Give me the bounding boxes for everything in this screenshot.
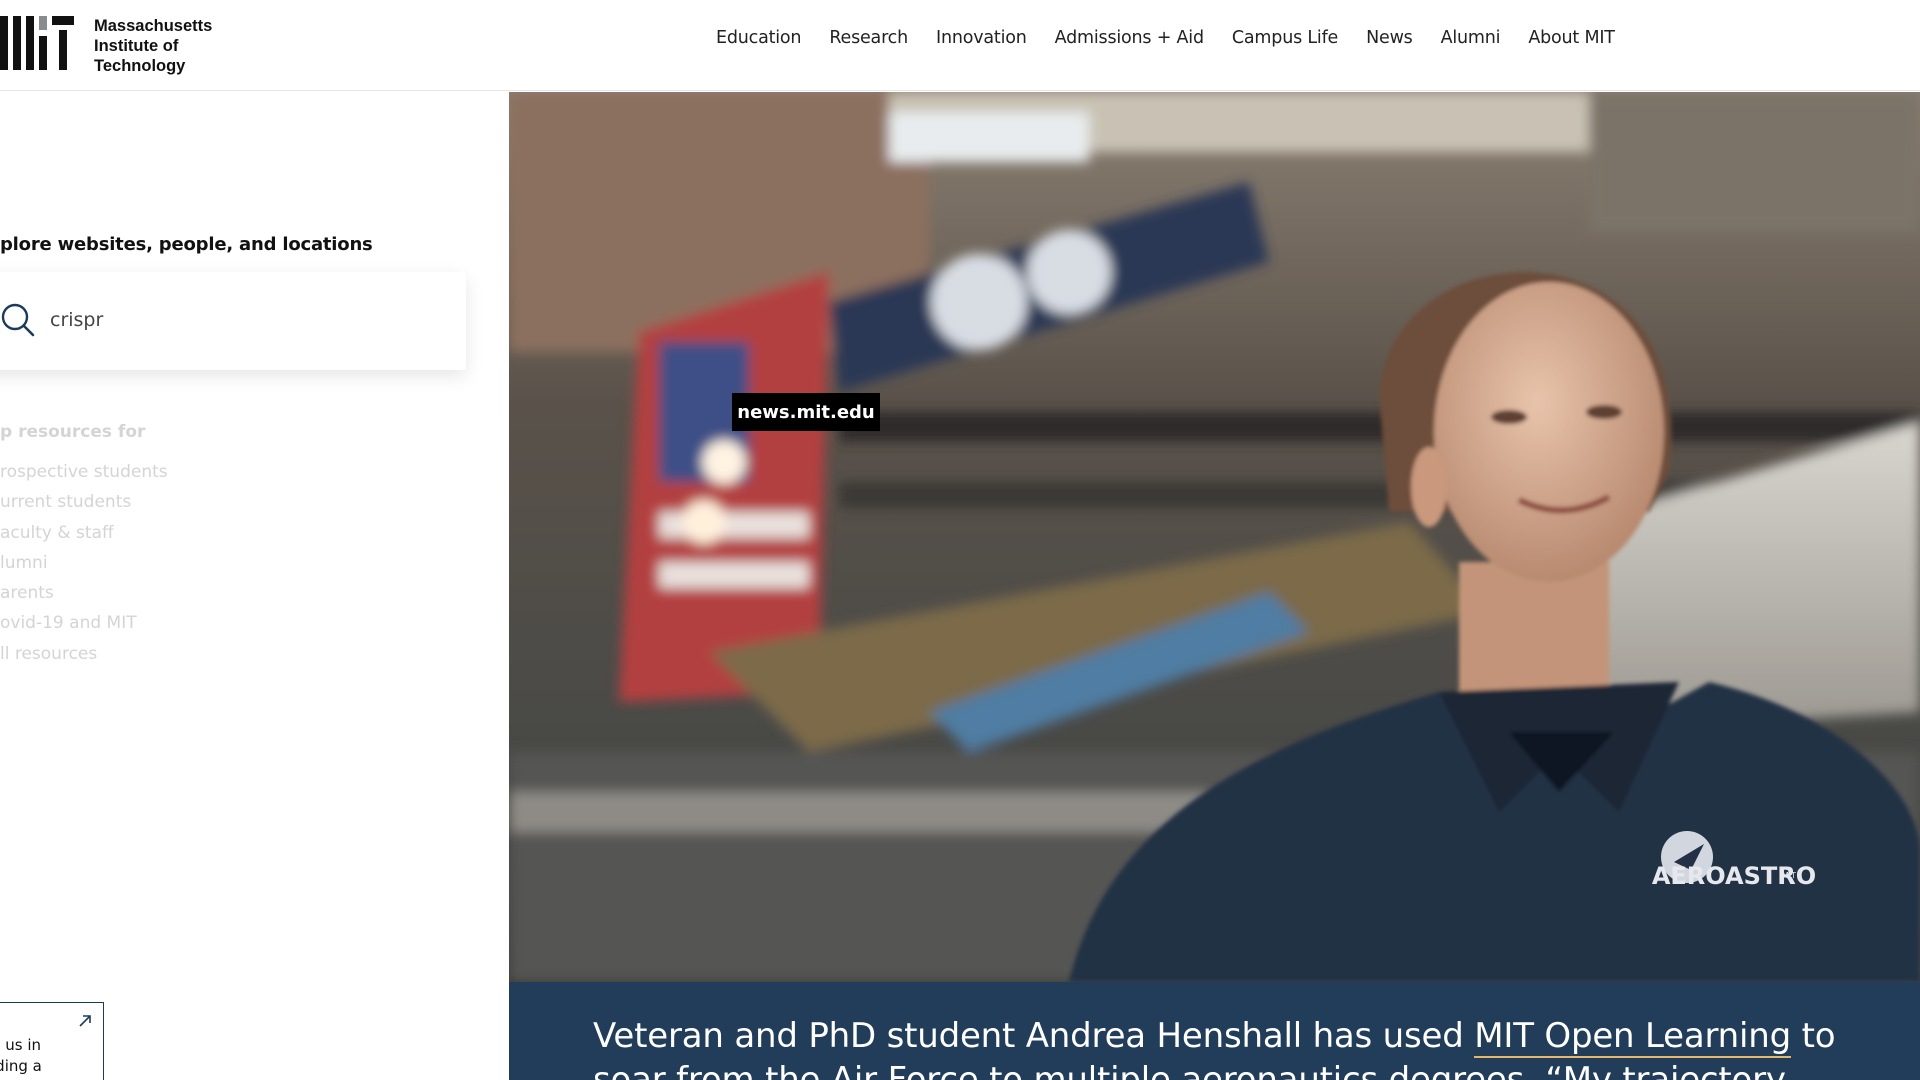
- nav-campus-life[interactable]: Campus Life: [1232, 28, 1338, 48]
- promo-card-text: n us in lding a: [0, 1035, 42, 1077]
- promo-card[interactable]: n us in lding a: [0, 1002, 104, 1080]
- link-tooltip: news.mit.edu: [732, 393, 880, 431]
- hero-caption: Veteran and PhD student Andrea Henshall …: [509, 982, 1920, 1080]
- search-label: plore websites, people, and locations: [0, 234, 373, 255]
- promo-card-line-2: lding a: [0, 1057, 42, 1075]
- nav-research[interactable]: Research: [829, 28, 908, 48]
- resources-heading: p resources for: [0, 422, 146, 442]
- resource-current-students[interactable]: urrent students: [0, 487, 168, 517]
- main-nav: Education Research Innovation Admissions…: [716, 28, 1643, 48]
- logo-line-1: Massachusetts: [94, 17, 213, 35]
- resources-list: rospective students urrent students acul…: [0, 457, 168, 669]
- nav-alumni[interactable]: Alumni: [1441, 28, 1501, 48]
- nav-innovation[interactable]: Innovation: [936, 28, 1027, 48]
- search-box[interactable]: [0, 272, 466, 370]
- logo-line-3: Technology: [94, 57, 186, 75]
- caption-text: Veteran and PhD student Andrea Henshall …: [593, 1014, 1920, 1080]
- search-icon[interactable]: [0, 302, 36, 338]
- jacket-logo-small: MIT: [1782, 871, 1796, 880]
- logo-line-2: Institute of: [94, 37, 179, 55]
- caption-after: to: [1791, 1016, 1836, 1056]
- resource-parents[interactable]: arents: [0, 578, 168, 608]
- nav-education[interactable]: Education: [716, 28, 802, 48]
- mit-logo[interactable]: Massachusetts Institute of Technology: [0, 16, 212, 76]
- caption-line-1: Veteran and PhD student Andrea Henshall …: [593, 1014, 1920, 1058]
- nav-news[interactable]: News: [1366, 28, 1413, 48]
- mit-wordmark: Massachusetts Institute of Technology: [94, 16, 212, 76]
- resource-alumni[interactable]: lumni: [0, 548, 168, 578]
- caption-line-2: soar from the Air Force to multiple aero…: [593, 1060, 1786, 1080]
- resource-covid-19[interactable]: ovid-19 and MIT: [0, 608, 168, 638]
- resource-faculty-staff[interactable]: aculty & staff: [0, 518, 168, 548]
- nav-about-mit[interactable]: About MIT: [1528, 28, 1615, 48]
- resource-prospective-students[interactable]: rospective students: [0, 457, 168, 487]
- mit-open-learning-link[interactable]: MIT Open Learning: [1474, 1016, 1791, 1058]
- search-input[interactable]: [50, 298, 430, 342]
- promo-card-line-1: n us in: [0, 1036, 42, 1054]
- hero-photo: AEROASTRO MIT: [509, 92, 1920, 982]
- nav-admissions-aid[interactable]: Admissions + Aid: [1055, 28, 1204, 48]
- site-header: Massachusetts Institute of Technology Ed…: [0, 0, 1920, 91]
- hero-image[interactable]: AEROASTRO MIT: [509, 92, 1920, 982]
- mit-logo-mark: [0, 16, 74, 70]
- caption-before: Veteran and PhD student Andrea Henshall …: [593, 1016, 1475, 1056]
- resource-all-resources[interactable]: ll resources: [0, 639, 168, 669]
- search-panel: plore websites, people, and locations p …: [0, 92, 509, 1080]
- external-arrow-icon: [79, 1015, 91, 1027]
